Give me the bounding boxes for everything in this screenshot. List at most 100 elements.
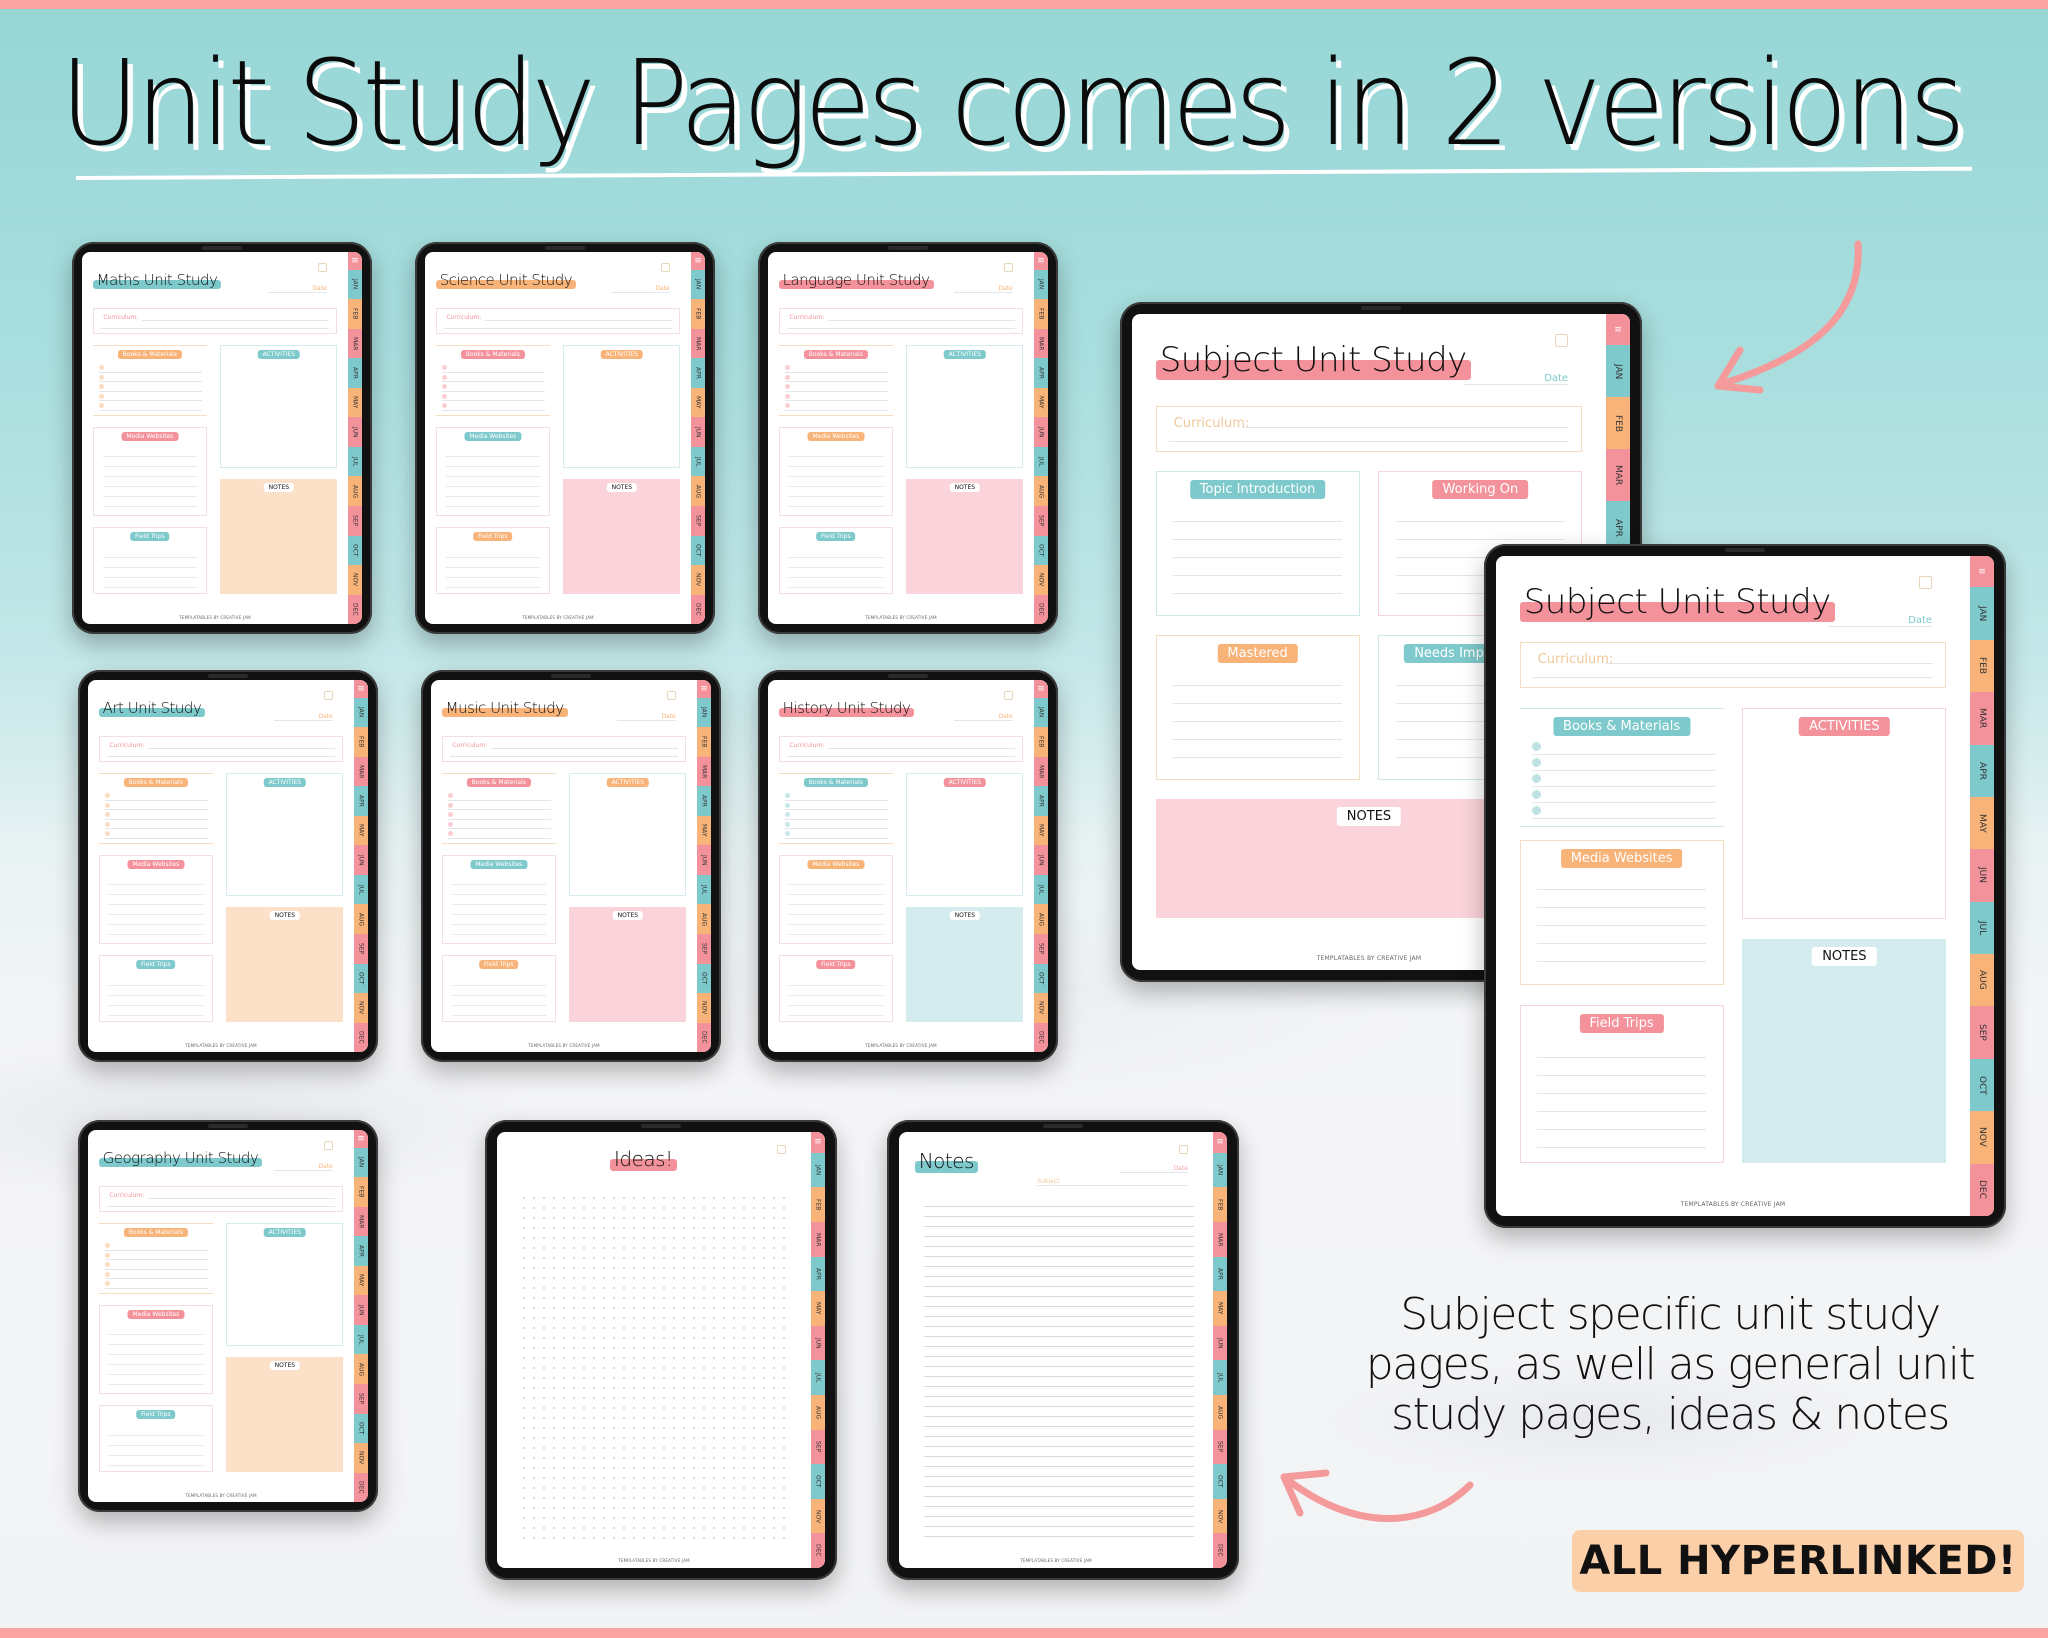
- subject-tablet-language[interactable]: Language Unit Study Date Curriculum: Boo…: [758, 242, 1058, 634]
- bullet-item[interactable]: [785, 801, 889, 811]
- month-tab-aug[interactable]: AUG: [1970, 954, 1994, 1007]
- ideas-tablet[interactable]: Ideas! TEMPLATABLES BY CREATIVE JAM JANF…: [485, 1120, 837, 1580]
- page-link-icon[interactable]: [1003, 263, 1013, 273]
- notes-box[interactable]: NOTES: [906, 906, 1024, 1023]
- month-tab-mar[interactable]: MAR: [1034, 328, 1048, 359]
- activities-box[interactable]: ACTIVITIES: [226, 773, 344, 896]
- bullet-item[interactable]: [785, 820, 889, 830]
- bullet-item[interactable]: [105, 811, 209, 820]
- month-tab-dec[interactable]: DEC: [354, 1022, 368, 1052]
- page-link-icon[interactable]: [776, 1145, 786, 1155]
- month-tab-feb[interactable]: FEB: [354, 1177, 368, 1207]
- menu-tab[interactable]: [1034, 252, 1048, 270]
- curriculum-box[interactable]: Curriculum:: [778, 735, 1024, 762]
- menu-tab[interactable]: [1034, 680, 1048, 698]
- field-trips-box[interactable]: Field Trips: [98, 955, 213, 1023]
- month-tab-jul[interactable]: JUL: [354, 874, 368, 905]
- month-tab-nov[interactable]: NOV: [691, 565, 705, 595]
- month-tab-mar[interactable]: MAR: [691, 328, 705, 359]
- month-tab-jul[interactable]: JUL: [1034, 446, 1048, 477]
- bullet-item[interactable]: [448, 792, 552, 801]
- month-tab-nov[interactable]: NOV: [1970, 1111, 1994, 1164]
- month-tab-jun[interactable]: JUN: [1213, 1325, 1227, 1361]
- month-tab-jun[interactable]: JUN: [1034, 417, 1048, 447]
- field-trips-box[interactable]: Field Trips: [98, 1405, 213, 1473]
- month-tab-nov[interactable]: NOV: [1213, 1498, 1227, 1534]
- month-tab-mar[interactable]: MAR: [811, 1221, 825, 1257]
- bullet-item[interactable]: [785, 392, 889, 402]
- notes-box[interactable]: NOTES: [226, 1356, 344, 1473]
- bullet-item[interactable]: [99, 364, 203, 373]
- month-tab-may[interactable]: MAY: [697, 815, 711, 846]
- media-websites-box[interactable]: Media Websites: [778, 426, 893, 517]
- books-materials-box[interactable]: Books & Materials: [778, 773, 893, 844]
- month-tab-jul[interactable]: JUL: [354, 1324, 368, 1355]
- books-materials-box[interactable]: Books & Materials: [778, 345, 893, 416]
- bullet-item[interactable]: [105, 801, 209, 811]
- month-tab-oct[interactable]: OCT: [354, 1413, 368, 1444]
- page-link-icon[interactable]: [1555, 333, 1569, 347]
- subject-tablet-art[interactable]: Art Unit Study Date Curriculum: Books & …: [78, 670, 378, 1062]
- month-tab-oct[interactable]: OCT: [348, 535, 362, 566]
- month-tab-apr[interactable]: APR: [1034, 358, 1048, 388]
- month-tab-jan[interactable]: JAN: [1970, 587, 1994, 640]
- month-tab-jan[interactable]: JAN: [1213, 1152, 1227, 1188]
- bullet-item[interactable]: [448, 801, 552, 811]
- bullet-item[interactable]: [105, 1280, 209, 1289]
- bullet-item[interactable]: [99, 383, 203, 392]
- menu-tab[interactable]: [1213, 1132, 1227, 1153]
- curriculum-box[interactable]: Curriculum:: [778, 307, 1024, 334]
- month-tab-may[interactable]: MAY: [691, 387, 705, 418]
- month-tab-nov[interactable]: NOV: [697, 993, 711, 1023]
- month-tab-oct[interactable]: OCT: [691, 535, 705, 566]
- month-tab-feb[interactable]: FEB: [354, 727, 368, 757]
- page-link-icon[interactable]: [1919, 575, 1933, 589]
- curriculum-box[interactable]: Curriculum:: [98, 735, 344, 762]
- field-trips-box[interactable]: Field Trips: [778, 527, 893, 595]
- month-tab-aug[interactable]: AUG: [697, 904, 711, 934]
- bullet-item[interactable]: [785, 811, 889, 820]
- month-tab-oct[interactable]: OCT: [697, 963, 711, 994]
- month-tab-apr[interactable]: APR: [697, 786, 711, 816]
- dot-grid[interactable]: [518, 1193, 793, 1547]
- month-tab-mar[interactable]: MAR: [354, 756, 368, 787]
- activities-box[interactable]: ACTIVITIES: [226, 1223, 344, 1346]
- books-materials-box[interactable]: Books & Materials: [92, 345, 207, 416]
- month-tab-oct[interactable]: OCT: [1213, 1464, 1227, 1499]
- media-websites-box[interactable]: Media Websites: [98, 1304, 213, 1395]
- month-tab-jun[interactable]: JUN: [354, 1295, 368, 1325]
- month-tab-feb[interactable]: FEB: [1034, 299, 1048, 329]
- month-tab-dec[interactable]: DEC: [348, 594, 362, 624]
- menu-tab[interactable]: [1970, 556, 1994, 588]
- page-link-icon[interactable]: [666, 691, 676, 701]
- month-tab-apr[interactable]: APR: [691, 358, 705, 388]
- bullet-item[interactable]: [442, 402, 546, 411]
- month-tab-nov[interactable]: NOV: [1034, 993, 1048, 1023]
- month-tab-dec[interactable]: DEC: [691, 594, 705, 624]
- month-tab-sep[interactable]: SEP: [691, 505, 705, 536]
- date-field[interactable]: Date: [274, 1163, 333, 1172]
- media-websites-box[interactable]: Media Websites: [778, 854, 893, 945]
- month-tab-mar[interactable]: MAR: [1213, 1221, 1227, 1257]
- menu-tab[interactable]: [354, 680, 368, 698]
- curriculum-box[interactable]: Curriculum:: [435, 307, 681, 334]
- month-tab-jun[interactable]: JUN: [1970, 849, 1994, 902]
- page-link-icon[interactable]: [323, 691, 333, 701]
- bullet-item[interactable]: [448, 811, 552, 820]
- field-trips-box[interactable]: Field Trips: [441, 955, 556, 1023]
- bullet-item[interactable]: [99, 373, 203, 383]
- month-tab-sep[interactable]: SEP: [1034, 933, 1048, 964]
- month-tab-dec[interactable]: DEC: [1034, 1022, 1048, 1052]
- subject-tablet-geography[interactable]: Geography Unit Study Date Curriculum: Bo…: [78, 1120, 378, 1512]
- bullet-item[interactable]: [448, 830, 552, 839]
- date-field[interactable]: Date: [1118, 1165, 1188, 1173]
- bullet-item[interactable]: [105, 1261, 209, 1270]
- topic-introduction-box[interactable]: Topic Introduction: [1155, 471, 1360, 616]
- month-tab-jun[interactable]: JUN: [691, 417, 705, 447]
- month-tab-jun[interactable]: JUN: [811, 1325, 825, 1361]
- month-tab-aug[interactable]: AUG: [354, 1354, 368, 1384]
- month-tab-apr[interactable]: APR: [354, 786, 368, 816]
- month-tab-may[interactable]: MAY: [1034, 815, 1048, 846]
- month-tab-aug[interactable]: AUG: [354, 904, 368, 934]
- month-tab-sep[interactable]: SEP: [354, 1383, 368, 1414]
